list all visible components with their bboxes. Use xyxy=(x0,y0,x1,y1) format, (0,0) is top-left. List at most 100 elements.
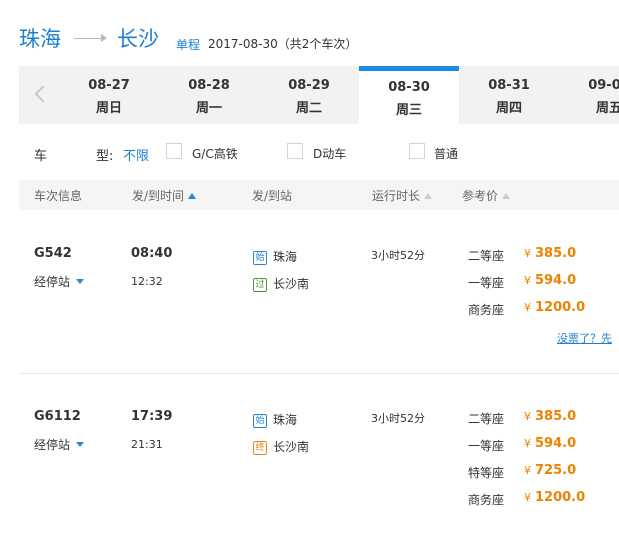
to-city: 长沙 xyxy=(117,27,159,51)
date-tab-0831[interactable]: 08-31 周四 xyxy=(459,66,559,124)
start-station-icon: 始 xyxy=(253,414,267,428)
trip-date-summary: 2017-08-30（共2个车次） xyxy=(208,37,358,51)
stops-dropdown[interactable]: 经停站 xyxy=(34,436,85,453)
seat-price: ¥594.0 xyxy=(524,436,576,451)
col-time-label: 发/到时间 xyxy=(132,189,185,203)
date-tab-date: 08-27 xyxy=(88,78,130,93)
from-station: 始珠海 xyxy=(253,246,297,265)
filter-label-a: 车 xyxy=(34,149,48,164)
duration: 3小时52分 xyxy=(371,412,425,425)
col-duration-sort[interactable]: 运行时长 xyxy=(372,187,433,204)
price-value: 725.0 xyxy=(535,463,577,478)
checkbox-d-label: D动车 xyxy=(313,147,347,161)
sort-up-icon xyxy=(188,193,197,199)
col-duration-label: 运行时长 xyxy=(372,189,421,203)
sort-up-icon xyxy=(424,193,433,199)
price-value: 594.0 xyxy=(535,436,577,451)
to-station: 终长沙南 xyxy=(253,436,309,455)
from-city: 珠海 xyxy=(19,27,61,51)
station-name: 珠海 xyxy=(273,250,298,264)
no-ticket-link[interactable]: 没票了？先 xyxy=(557,330,619,346)
col-train-info: 车次信息 xyxy=(34,189,83,203)
date-tab-0901[interactable]: 09-01 周五 xyxy=(559,66,619,124)
date-tab-weekday: 周一 xyxy=(195,101,222,116)
depart-time: 17:39 xyxy=(131,409,173,424)
depart-time: 08:40 xyxy=(131,246,173,261)
stops-dropdown[interactable]: 经停站 xyxy=(34,273,85,290)
station-name: 长沙南 xyxy=(273,440,310,454)
date-tab-date: 08-30 xyxy=(388,80,430,95)
seat-type: 商务座 xyxy=(468,303,505,317)
stops-label: 经停站 xyxy=(34,438,71,452)
date-tab-date: 09-01 xyxy=(588,78,619,93)
col-station: 发/到站 xyxy=(252,189,293,203)
seat-type: 二等座 xyxy=(468,249,505,263)
checkbox-gc-label: G/C高铁 xyxy=(192,147,238,161)
chevron-left-icon[interactable] xyxy=(19,66,63,124)
date-tab-date: 08-29 xyxy=(288,78,330,93)
seat-price: ¥725.0 xyxy=(524,463,576,478)
seat-type: 商务座 xyxy=(468,493,505,507)
seat-price: ¥385.0 xyxy=(524,409,576,424)
currency-symbol: ¥ xyxy=(524,410,531,423)
currency-symbol: ¥ xyxy=(524,491,531,504)
column-header: 车次信息 发/到时间 发/到站 运行时长 参考价 xyxy=(19,180,619,210)
caret-down-icon xyxy=(76,442,85,447)
date-tab-weekday: 周日 xyxy=(95,101,122,116)
date-selector: 08-27 周日 08-28 周一 08-29 周二 08-30 周三 08-3… xyxy=(19,66,619,124)
seat-price: ¥594.0 xyxy=(524,273,576,288)
currency-symbol: ¥ xyxy=(524,437,531,450)
train-number[interactable]: G6112 xyxy=(34,409,81,424)
currency-symbol: ¥ xyxy=(524,464,531,477)
sort-up-icon xyxy=(502,193,511,199)
checkbox-normal-label: 普通 xyxy=(434,147,459,161)
date-tab-date: 08-31 xyxy=(488,78,530,93)
date-tab-0829[interactable]: 08-29 周二 xyxy=(259,66,359,124)
arrive-time: 12:32 xyxy=(131,275,163,288)
date-tab-0830[interactable]: 08-30 周三 xyxy=(359,66,459,124)
price-value: 1200.0 xyxy=(535,300,586,315)
filter-label-b: 型: xyxy=(96,149,114,164)
trip-type: 单程 xyxy=(176,38,201,52)
currency-symbol: ¥ xyxy=(524,301,531,314)
seat-type: 特等座 xyxy=(468,466,505,480)
date-tab-weekday: 周五 xyxy=(595,101,619,116)
col-time-sort[interactable]: 发/到时间 xyxy=(132,187,197,204)
price-value: 385.0 xyxy=(535,409,577,424)
date-tab-weekday: 周二 xyxy=(295,101,322,116)
col-price-sort[interactable]: 参考价 xyxy=(462,187,511,204)
checkbox-gc[interactable] xyxy=(166,143,182,159)
price-value: 385.0 xyxy=(535,246,577,261)
caret-down-icon xyxy=(76,279,85,284)
price-value: 594.0 xyxy=(535,273,577,288)
arrive-time: 21:31 xyxy=(131,438,163,451)
seat-price: ¥385.0 xyxy=(524,246,576,261)
date-tab-date: 08-28 xyxy=(188,78,230,93)
seat-type: 一等座 xyxy=(468,439,505,453)
checkbox-normal[interactable] xyxy=(409,143,425,159)
pass-station-icon: 过 xyxy=(253,278,267,292)
currency-symbol: ¥ xyxy=(524,247,531,260)
filter-type-any[interactable]: 不限 xyxy=(123,145,149,164)
seat-price: ¥1200.0 xyxy=(524,300,585,315)
currency-symbol: ¥ xyxy=(524,274,531,287)
date-tab-weekday: 周四 xyxy=(495,101,522,116)
train-number[interactable]: G542 xyxy=(34,246,72,261)
seat-type: 二等座 xyxy=(468,412,505,426)
station-name: 珠海 xyxy=(273,413,298,427)
from-station: 始珠海 xyxy=(253,409,297,428)
row-divider xyxy=(19,373,619,374)
end-station-icon: 终 xyxy=(253,441,267,455)
col-price-label: 参考价 xyxy=(462,189,499,203)
price-value: 1200.0 xyxy=(535,490,586,505)
start-station-icon: 始 xyxy=(253,251,267,265)
date-tab-0828[interactable]: 08-28 周一 xyxy=(159,66,259,124)
route-arrow-icon xyxy=(101,34,107,42)
route-arrow-line xyxy=(74,38,104,39)
to-station: 过长沙南 xyxy=(253,273,309,292)
seat-price: ¥1200.0 xyxy=(524,490,585,505)
stops-label: 经停站 xyxy=(34,275,71,289)
checkbox-d[interactable] xyxy=(287,143,303,159)
seat-type: 一等座 xyxy=(468,276,505,290)
date-tab-0827[interactable]: 08-27 周日 xyxy=(59,66,159,124)
